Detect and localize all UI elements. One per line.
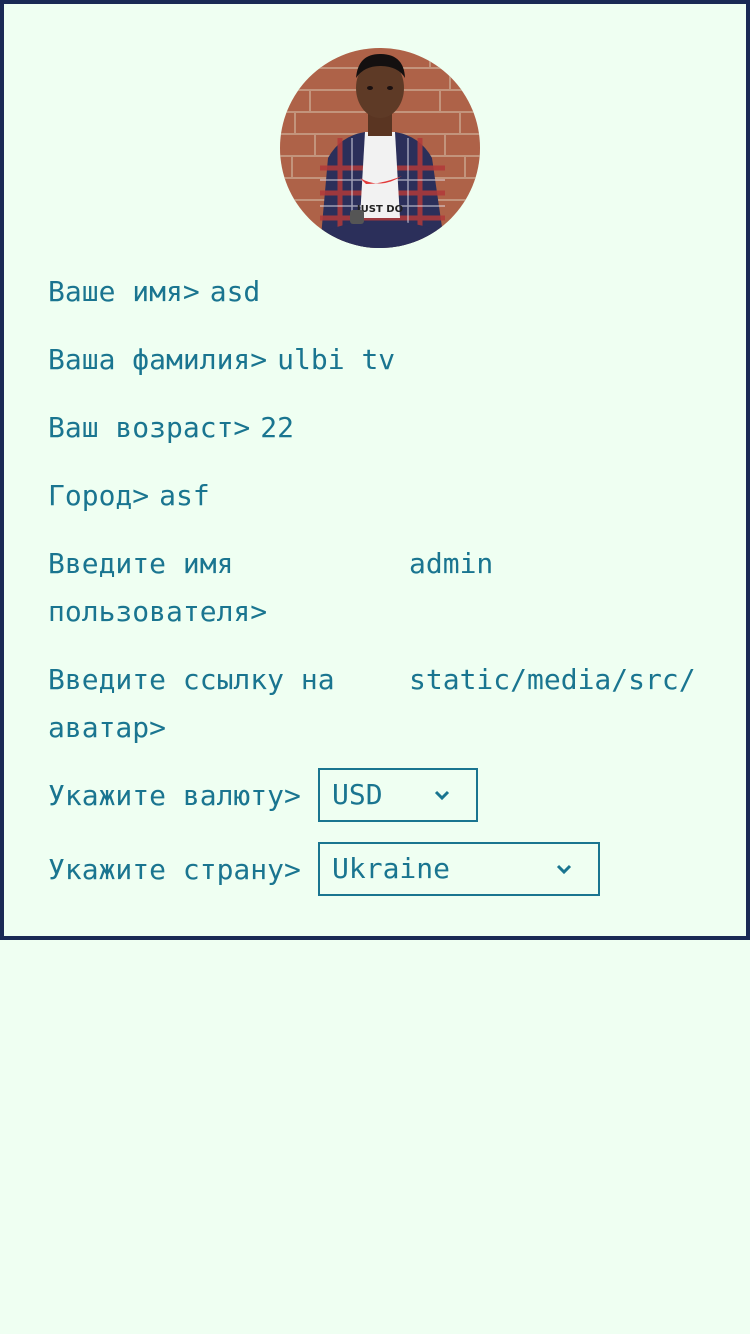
chevron-down-icon xyxy=(556,864,572,875)
profile-card: JUST DO Ваше имя> asd Ваша фамилия> ulbi t… xyxy=(0,0,750,940)
chevron-down-icon xyxy=(434,790,450,801)
currency-select[interactable]: USD xyxy=(318,768,478,822)
age-value: 22 xyxy=(260,411,295,444)
currency-label: Укажите валюту> xyxy=(48,779,301,812)
country-label: Укажите страну> xyxy=(48,853,301,886)
username-value: admin xyxy=(409,547,494,580)
first-name-value: asd xyxy=(209,275,261,308)
age-label: Ваш возраст> xyxy=(48,411,251,444)
avatar-photo: JUST DO xyxy=(280,48,480,248)
field-first-name: Ваше имя> asd xyxy=(48,268,260,316)
field-last-name: Ваша фамилия> ulbi tv xyxy=(48,336,395,384)
avatar-link-label: Введите ссылку на аватар> xyxy=(48,663,335,744)
field-city: Город> asf xyxy=(48,472,210,520)
username-label: Введите имя пользователя> xyxy=(48,547,268,628)
country-select[interactable]: Ukraine xyxy=(318,842,600,896)
last-name-value: ulbi tv xyxy=(277,343,396,376)
last-name-label: Ваша фамилия> xyxy=(48,343,268,376)
city-label: Город> xyxy=(48,479,150,512)
avatar: JUST DO xyxy=(280,48,480,248)
country-select-value: Ukraine xyxy=(332,852,451,885)
currency-select-value: USD xyxy=(332,778,383,811)
first-name-label: Ваше имя> xyxy=(48,275,200,308)
city-value: asf xyxy=(159,479,210,512)
field-age: Ваш возраст> 22 xyxy=(48,404,294,452)
avatar-link-value: static/media/src/ xyxy=(409,663,696,696)
